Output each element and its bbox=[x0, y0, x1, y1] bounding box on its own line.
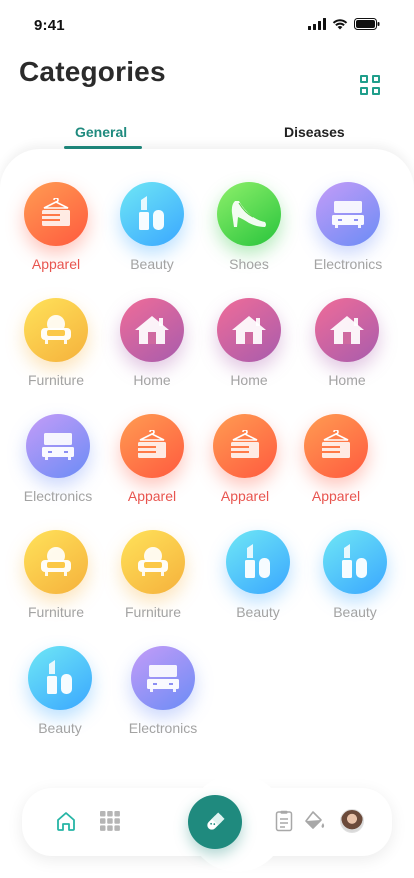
category-electronics[interactable]: Electronics bbox=[12, 414, 104, 524]
category-electronics[interactable]: Electronics bbox=[117, 646, 209, 756]
furniture-icon bbox=[24, 530, 88, 594]
category-furniture[interactable]: Furniture bbox=[107, 530, 199, 640]
wifi-icon bbox=[332, 19, 348, 30]
category-label: Beauty bbox=[333, 604, 377, 620]
beauty-icon bbox=[323, 530, 387, 594]
category-label: Beauty bbox=[236, 604, 280, 620]
home-icon bbox=[120, 298, 184, 362]
category-label: Home bbox=[133, 372, 171, 388]
category-label: Home bbox=[230, 372, 268, 388]
electronics-icon bbox=[26, 414, 90, 478]
beauty-icon bbox=[28, 646, 92, 710]
apparel-icon bbox=[24, 182, 88, 246]
category-label: Home bbox=[328, 372, 366, 388]
category-shoes[interactable]: Shoes bbox=[203, 182, 295, 292]
category-label: Shoes bbox=[229, 256, 269, 272]
category-beauty[interactable]: Beauty bbox=[106, 182, 198, 292]
category-label: Electronics bbox=[23, 488, 93, 504]
category-home[interactable]: Home bbox=[301, 298, 393, 408]
page-title: Categories bbox=[19, 56, 166, 87]
furniture-icon bbox=[24, 298, 88, 362]
grid-icon[interactable] bbox=[98, 809, 122, 833]
electronics-icon bbox=[131, 646, 195, 710]
status-time: 9:41 bbox=[34, 17, 65, 34]
grid-view-icon[interactable] bbox=[360, 75, 382, 97]
category-label: Furniture bbox=[27, 372, 85, 388]
category-label: Beauty bbox=[130, 256, 174, 272]
home-icon[interactable] bbox=[54, 809, 78, 833]
category-label: Furniture bbox=[124, 604, 182, 620]
category-label: Apparel bbox=[127, 488, 177, 504]
category-beauty[interactable]: Beauty bbox=[309, 530, 401, 640]
category-home[interactable]: Home bbox=[203, 298, 295, 408]
category-furniture[interactable]: Furniture bbox=[10, 298, 102, 408]
category-label: Apparel bbox=[311, 488, 361, 504]
category-apparel[interactable]: Apparel bbox=[199, 414, 291, 524]
apparel-icon bbox=[120, 414, 184, 478]
tab-general[interactable]: General bbox=[75, 124, 127, 140]
avatar[interactable] bbox=[340, 809, 364, 833]
category-electronics[interactable]: Electronics bbox=[302, 182, 394, 292]
status-bar: 9:41 bbox=[0, 0, 414, 50]
category-label: Electronics bbox=[128, 720, 198, 736]
tab-bar: General Diseases bbox=[0, 118, 414, 152]
category-label: Apparel bbox=[31, 256, 81, 272]
electronics-icon bbox=[316, 182, 380, 246]
beauty-icon bbox=[120, 182, 184, 246]
category-furniture[interactable]: Furniture bbox=[10, 530, 102, 640]
category-beauty[interactable]: Beauty bbox=[14, 646, 106, 756]
category-label: Apparel bbox=[220, 488, 270, 504]
category-apparel[interactable]: Apparel bbox=[10, 182, 102, 292]
grid-cell bbox=[360, 87, 368, 95]
category-label: Beauty bbox=[38, 720, 82, 736]
grid-cell bbox=[372, 87, 380, 95]
furniture-icon bbox=[121, 530, 185, 594]
category-label: Electronics bbox=[313, 256, 383, 272]
grid-cell bbox=[360, 75, 368, 83]
home-icon bbox=[217, 298, 281, 362]
category-apparel[interactable]: Apparel bbox=[290, 414, 382, 524]
category-label: Furniture bbox=[27, 604, 85, 620]
category-beauty[interactable]: Beauty bbox=[212, 530, 304, 640]
pill-icon[interactable] bbox=[188, 795, 242, 849]
category-home[interactable]: Home bbox=[106, 298, 198, 408]
battery-icon bbox=[354, 18, 380, 30]
paint-bucket-icon[interactable] bbox=[303, 809, 327, 833]
grid-cell bbox=[372, 75, 380, 83]
apparel-icon bbox=[304, 414, 368, 478]
beauty-icon bbox=[226, 530, 290, 594]
status-icons bbox=[308, 18, 380, 30]
clipboard-icon[interactable] bbox=[272, 809, 296, 833]
category-apparel[interactable]: Apparel bbox=[106, 414, 198, 524]
apparel-icon bbox=[213, 414, 277, 478]
shoe-icon bbox=[217, 182, 281, 246]
tab-diseases[interactable]: Diseases bbox=[284, 124, 345, 140]
signal-icon bbox=[308, 18, 326, 30]
home-icon bbox=[315, 298, 379, 362]
